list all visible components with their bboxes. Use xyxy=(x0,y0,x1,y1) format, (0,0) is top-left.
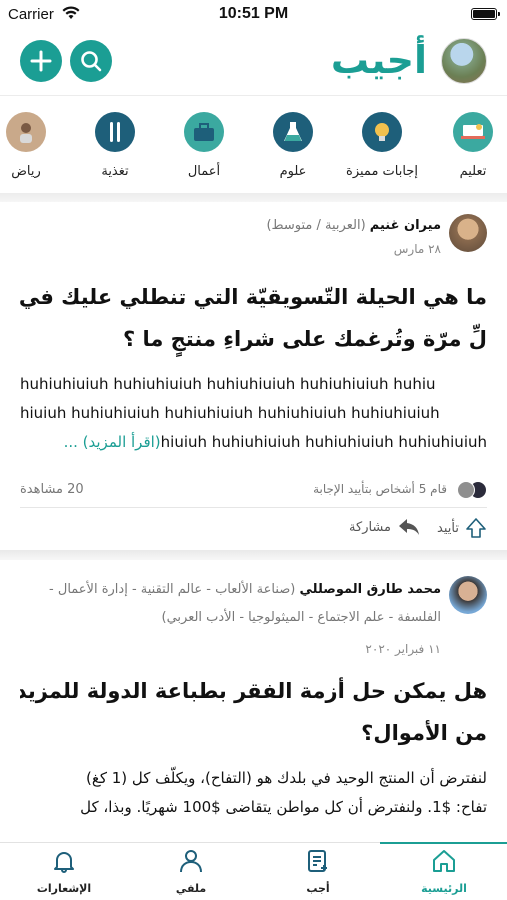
answer-text-tail: hiuiuh huhiuhiuiuh huhiuhiuiuh huhiuhiui… xyxy=(160,433,487,451)
answer-text-line: لنفترض أن المنتج الوحيد في بلدك هو (التف… xyxy=(86,769,487,787)
topic-science[interactable]: علوم xyxy=(253,112,333,179)
briefcase-icon xyxy=(184,112,224,152)
question-title-line[interactable]: ما هي الحيلة التّسويقيّة التي تنطلي عليك… xyxy=(20,278,487,316)
author-credentials: (العربية / متوسط) xyxy=(266,218,366,233)
upvote-arrow-icon xyxy=(466,518,486,538)
post-date: ١١ فبراير ٢٠٢٠ xyxy=(365,642,441,656)
status-bar: Carrier 10:51 PM xyxy=(0,0,507,30)
app-logo: أجيب xyxy=(330,38,427,82)
tab-profile[interactable]: ملفي xyxy=(128,849,254,895)
read-more-link[interactable]: ... (اقرأ المزيد) xyxy=(64,433,161,451)
home-icon xyxy=(433,850,455,872)
divider xyxy=(20,507,487,508)
author-name[interactable]: محمد طارق الموصللي xyxy=(300,582,441,597)
question-title-line[interactable]: لِّ مرّة وتُرغمك على شراءِ منتجٍ ما ؟ xyxy=(20,320,487,358)
author-line[interactable]: ميران غنيم (العربية / متوسط) xyxy=(266,218,441,233)
post-actions: تأييد مشاركة xyxy=(20,514,487,544)
upvoters-text[interactable]: قام 5 أشخاص بتأييد الإجابة xyxy=(313,482,447,496)
profile-icon xyxy=(180,850,202,873)
search-icon xyxy=(81,51,102,72)
answer-text-line: ... (اقرأ المزيد)hiuiuh huhiuhiuiuh huhi… xyxy=(20,428,487,457)
section-separator xyxy=(0,550,507,560)
topic-sports[interactable]: رياض xyxy=(0,112,66,179)
author-credentials-cont: الفلسفة - علم الاجتماع - الميثولوجيا - ا… xyxy=(161,610,442,625)
question-title-line[interactable]: هل يمكن حل أزمة الفقر بطباعة الدولة للمز… xyxy=(20,672,487,710)
author-credentials: (صناعة الألعاب - عالم التقنية - إدارة ال… xyxy=(49,582,296,597)
answer-text-line: huhiuhiuiuh huhiuhiuiuh huhiuhiuiuh huhi… xyxy=(20,375,436,393)
clock: 10:51 PM xyxy=(218,5,289,22)
topic-featured-answers[interactable]: إجابات مميزة xyxy=(342,112,422,179)
bell-icon xyxy=(54,852,74,873)
author-line[interactable]: محمد طارق الموصللي (صناعة الألعاب - عالم… xyxy=(49,582,441,597)
plus-icon xyxy=(30,50,52,72)
view-count: 20 مشاهدة xyxy=(20,482,84,497)
lightbulb-icon xyxy=(362,112,402,152)
topic-business[interactable]: أعمال xyxy=(164,112,244,179)
answer-text-line: hiuiuh huhiuhiuiuh huhiuhiuiuh huhiuhiui… xyxy=(20,404,440,422)
sports-icon xyxy=(6,112,46,152)
feed-post[interactable]: ميران غنيم (العربية / متوسط) ٢٨ مارس ما … xyxy=(0,202,507,550)
search-button[interactable] xyxy=(70,40,112,82)
tab-notifications[interactable]: الإشعارات xyxy=(1,849,127,895)
section-separator xyxy=(0,193,507,202)
user-avatar[interactable] xyxy=(441,38,487,84)
education-icon xyxy=(453,112,493,152)
topics-bar: تعليم إجابات مميزة علوم أعمال تغذية رياض xyxy=(0,95,507,193)
upvoter-avatars xyxy=(445,480,487,500)
app-header: أجيب xyxy=(0,30,507,92)
author-avatar[interactable] xyxy=(449,214,487,252)
feed-post[interactable]: محمد طارق الموصللي (صناعة الألعاب - عالم… xyxy=(0,560,507,845)
topic-education[interactable]: تعليم xyxy=(433,112,507,179)
upvote-button[interactable]: تأييد xyxy=(437,517,487,539)
answer-text-line: تفاح: $1. ولنفترض أن كل مواطن يتقاضى $10… xyxy=(80,798,487,816)
flask-icon xyxy=(273,112,313,152)
battery-icon xyxy=(471,8,500,20)
share-button[interactable]: مشاركة xyxy=(349,517,421,537)
question-title-line[interactable]: من الأموال؟ xyxy=(20,714,487,752)
active-tab-indicator xyxy=(380,842,507,844)
share-icon xyxy=(399,519,419,535)
write-icon xyxy=(308,850,327,872)
topic-nutrition[interactable]: تغذية xyxy=(75,112,155,179)
add-question-button[interactable] xyxy=(20,40,62,82)
tab-home[interactable]: الرئيسية xyxy=(381,849,507,895)
post-date: ٢٨ مارس xyxy=(393,242,441,256)
author-avatar[interactable] xyxy=(449,576,487,614)
author-name[interactable]: ميران غنيم xyxy=(370,218,441,233)
tab-answer[interactable]: أجب xyxy=(255,849,381,895)
bottom-tab-bar: الرئيسية أجب ملفي الإشعارات xyxy=(0,842,507,900)
utensils-icon xyxy=(95,112,135,152)
